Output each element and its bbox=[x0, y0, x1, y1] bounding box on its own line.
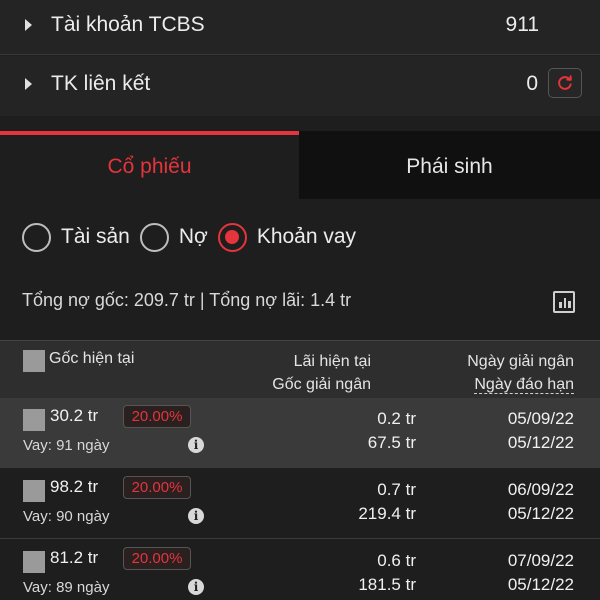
loan-disbursed: 67.5 tr bbox=[367, 433, 416, 452]
account-value: 0 bbox=[526, 72, 538, 95]
radio-icon bbox=[22, 222, 51, 252]
debt-summary: Tổng nợ gốc: 209.7 tr | Tổng nợ lãi: 1.4… bbox=[22, 290, 352, 310]
asset-type-tabs: Cổ phiếu Phái sinh bbox=[0, 131, 600, 199]
info-icon[interactable]: i bbox=[188, 579, 204, 595]
filter-label: Nợ bbox=[178, 225, 208, 248]
interest-rate-badge: 20.00% bbox=[123, 547, 191, 570]
radio-icon bbox=[139, 222, 169, 252]
refresh-button[interactable] bbox=[548, 68, 582, 98]
loan-amounts: 0.7 tr 219.4 tr bbox=[358, 478, 416, 526]
loan-principal: 98.2 tr bbox=[50, 477, 99, 496]
loan-dates: 05/09/22 05/12/22 bbox=[508, 407, 574, 455]
interest-rate-badge: 20.00% bbox=[123, 476, 191, 499]
table-row[interactable]: 98.2 tr 20.00% Vay: 90 ngày i 0.7 tr 219… bbox=[0, 469, 600, 539]
filter-debt[interactable]: Nợ bbox=[139, 222, 208, 252]
tab-stock[interactable]: Cổ phiếu bbox=[0, 131, 299, 199]
account-row-tcbs[interactable]: Tài khoản TCBS 911 bbox=[0, 0, 600, 55]
filter-assets[interactable]: Tài sản bbox=[22, 222, 130, 252]
filter-loans[interactable]: Khoản vay bbox=[217, 222, 357, 252]
loan-table-header: Gốc hiện tại Lãi hiện tại Gốc giải ngân … bbox=[0, 340, 600, 398]
column-interest-disbursed: Lãi hiện tại Gốc giải ngân bbox=[272, 350, 371, 396]
maturity-date: 05/12/22 bbox=[507, 433, 574, 452]
interest-rate-badge: 20.00% bbox=[123, 405, 191, 428]
disbursement-date: 06/09/22 bbox=[507, 480, 574, 499]
loan-term: Vay: 91 ngày bbox=[23, 437, 110, 454]
row-checkbox[interactable] bbox=[23, 551, 45, 573]
loan-principal: 81.2 tr bbox=[50, 548, 99, 567]
table-row[interactable]: 30.2 tr 20.00% Vay: 91 ngày i 0.2 tr 67.… bbox=[0, 398, 600, 468]
disbursement-date: 05/09/22 bbox=[507, 409, 574, 428]
info-icon[interactable]: i bbox=[188, 437, 204, 453]
loan-disbursed: 181.5 tr bbox=[358, 575, 416, 594]
select-all-checkbox[interactable] bbox=[23, 350, 45, 372]
caret-right-icon bbox=[25, 19, 32, 31]
refresh-icon bbox=[558, 75, 572, 90]
loan-term: Vay: 89 ngày bbox=[23, 579, 110, 596]
loan-dates: 06/09/22 05/12/22 bbox=[508, 478, 574, 526]
column-interest: Lãi hiện tại bbox=[293, 353, 371, 370]
account-label: TK liên kết bbox=[51, 72, 151, 95]
view-filter-group: Tài sản Nợ Khoản vay bbox=[22, 220, 366, 254]
tab-derivatives[interactable]: Phái sinh bbox=[299, 131, 600, 199]
info-icon[interactable]: i bbox=[188, 508, 204, 524]
caret-right-icon bbox=[25, 78, 32, 90]
column-disbursed-principal: Gốc giải ngân bbox=[272, 376, 371, 393]
loan-interest: 0.6 tr bbox=[377, 551, 416, 570]
loan-dates: 07/09/22 05/12/22 bbox=[508, 549, 574, 597]
row-checkbox[interactable] bbox=[23, 409, 45, 431]
loan-disbursed: 219.4 tr bbox=[358, 504, 416, 523]
column-disbursement-date: Ngày giải ngân bbox=[467, 353, 574, 370]
filter-label: Tài sản bbox=[61, 225, 130, 248]
disbursement-date: 07/09/22 bbox=[507, 551, 574, 570]
maturity-date: 05/12/22 bbox=[507, 504, 574, 523]
maturity-date: 05/12/22 bbox=[507, 575, 574, 594]
column-maturity-date: Ngày đáo hạn bbox=[474, 376, 574, 394]
loan-principal: 30.2 tr bbox=[50, 406, 99, 425]
account-value: 911 bbox=[505, 13, 539, 36]
loan-amounts: 0.2 tr 67.5 tr bbox=[368, 407, 416, 455]
loan-term: Vay: 90 ngày bbox=[23, 508, 110, 525]
bar-chart-icon[interactable] bbox=[553, 291, 575, 313]
table-row[interactable]: 81.2 tr 20.00% Vay: 89 ngày i 0.6 tr 181… bbox=[0, 540, 600, 600]
radio-selected-icon bbox=[217, 222, 247, 252]
loan-amounts: 0.6 tr 181.5 tr bbox=[358, 549, 416, 597]
row-checkbox[interactable] bbox=[23, 480, 45, 502]
column-principal: Gốc hiện tại bbox=[49, 350, 135, 367]
account-row-linked[interactable]: TK liên kết 0 bbox=[0, 56, 600, 116]
loan-interest: 0.2 tr bbox=[377, 409, 416, 428]
loan-interest: 0.7 tr bbox=[377, 480, 416, 499]
account-label: Tài khoản TCBS bbox=[51, 13, 205, 36]
column-dates: Ngày giải ngân Ngày đáo hạn bbox=[467, 350, 574, 396]
filter-label: Khoản vay bbox=[256, 225, 357, 248]
